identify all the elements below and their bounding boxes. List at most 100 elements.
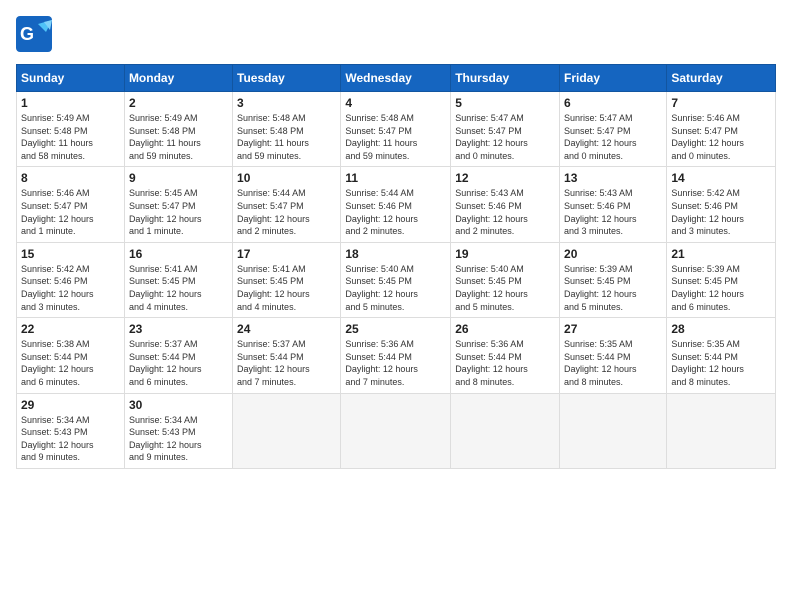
day-info: Sunrise: 5:36 AMSunset: 5:44 PMDaylight:… <box>345 338 446 388</box>
day-info: Sunrise: 5:39 AMSunset: 5:45 PMDaylight:… <box>671 263 771 313</box>
day-cell-15: 15 Sunrise: 5:42 AMSunset: 5:46 PMDayligh… <box>17 242 125 317</box>
day-number: 17 <box>237 247 336 261</box>
week-row-1: 1 Sunrise: 5:49 AMSunset: 5:48 PMDaylight… <box>17 92 776 167</box>
day-number: 4 <box>345 96 446 110</box>
day-number: 30 <box>129 398 228 412</box>
day-number: 29 <box>21 398 120 412</box>
empty-cell <box>451 393 560 468</box>
day-cell-17: 17 Sunrise: 5:41 AMSunset: 5:45 PMDayligh… <box>233 242 341 317</box>
empty-cell <box>233 393 341 468</box>
day-cell-12: 12 Sunrise: 5:43 AMSunset: 5:46 PMDayligh… <box>451 167 560 242</box>
day-cell-24: 24 Sunrise: 5:37 AMSunset: 5:44 PMDayligh… <box>233 318 341 393</box>
day-cell-22: 22 Sunrise: 5:38 AMSunset: 5:44 PMDayligh… <box>17 318 125 393</box>
day-info: Sunrise: 5:35 AMSunset: 5:44 PMDaylight:… <box>671 338 771 388</box>
svg-text:G: G <box>20 24 34 44</box>
day-cell-30: 30 Sunrise: 5:34 AMSunset: 5:43 PMDayligh… <box>124 393 232 468</box>
day-cell-5: 5 Sunrise: 5:47 AMSunset: 5:47 PMDaylight… <box>451 92 560 167</box>
day-cell-13: 13 Sunrise: 5:43 AMSunset: 5:46 PMDayligh… <box>560 167 667 242</box>
logo-icon: G <box>16 16 52 52</box>
day-number: 5 <box>455 96 555 110</box>
day-cell-29: 29 Sunrise: 5:34 AMSunset: 5:43 PMDayligh… <box>17 393 125 468</box>
day-number: 10 <box>237 171 336 185</box>
day-number: 3 <box>237 96 336 110</box>
day-info: Sunrise: 5:43 AMSunset: 5:46 PMDaylight:… <box>564 187 662 237</box>
day-number: 14 <box>671 171 771 185</box>
empty-cell <box>341 393 451 468</box>
day-cell-4: 4 Sunrise: 5:48 AMSunset: 5:47 PMDaylight… <box>341 92 451 167</box>
header-friday: Friday <box>560 65 667 92</box>
day-info: Sunrise: 5:42 AMSunset: 5:46 PMDaylight:… <box>671 187 771 237</box>
day-info: Sunrise: 5:48 AMSunset: 5:48 PMDaylight:… <box>237 112 336 162</box>
header-monday: Monday <box>124 65 232 92</box>
day-info: Sunrise: 5:41 AMSunset: 5:45 PMDaylight:… <box>237 263 336 313</box>
week-row-5: 29 Sunrise: 5:34 AMSunset: 5:43 PMDayligh… <box>17 393 776 468</box>
header-tuesday: Tuesday <box>233 65 341 92</box>
day-number: 2 <box>129 96 228 110</box>
day-cell-14: 14 Sunrise: 5:42 AMSunset: 5:46 PMDayligh… <box>667 167 776 242</box>
day-cell-19: 19 Sunrise: 5:40 AMSunset: 5:45 PMDayligh… <box>451 242 560 317</box>
page-header: G <box>16 16 776 52</box>
day-number: 28 <box>671 322 771 336</box>
day-info: Sunrise: 5:41 AMSunset: 5:45 PMDaylight:… <box>129 263 228 313</box>
header-row: SundayMondayTuesdayWednesdayThursdayFrid… <box>17 65 776 92</box>
day-info: Sunrise: 5:42 AMSunset: 5:46 PMDaylight:… <box>21 263 120 313</box>
day-info: Sunrise: 5:37 AMSunset: 5:44 PMDaylight:… <box>129 338 228 388</box>
day-cell-9: 9 Sunrise: 5:45 AMSunset: 5:47 PMDaylight… <box>124 167 232 242</box>
day-info: Sunrise: 5:45 AMSunset: 5:47 PMDaylight:… <box>129 187 228 237</box>
header-sunday: Sunday <box>17 65 125 92</box>
day-cell-28: 28 Sunrise: 5:35 AMSunset: 5:44 PMDayligh… <box>667 318 776 393</box>
day-number: 6 <box>564 96 662 110</box>
day-number: 27 <box>564 322 662 336</box>
day-info: Sunrise: 5:44 AMSunset: 5:46 PMDaylight:… <box>345 187 446 237</box>
day-info: Sunrise: 5:39 AMSunset: 5:45 PMDaylight:… <box>564 263 662 313</box>
day-number: 9 <box>129 171 228 185</box>
day-cell-7: 7 Sunrise: 5:46 AMSunset: 5:47 PMDaylight… <box>667 92 776 167</box>
week-row-3: 15 Sunrise: 5:42 AMSunset: 5:46 PMDayligh… <box>17 242 776 317</box>
day-cell-18: 18Sunrise: 5:40 AMSunset: 5:45 PMDayligh… <box>341 242 451 317</box>
day-number: 26 <box>455 322 555 336</box>
day-number: 24 <box>237 322 336 336</box>
day-number: 15 <box>21 247 120 261</box>
day-number: 23 <box>129 322 228 336</box>
day-cell-2: 2 Sunrise: 5:49 AMSunset: 5:48 PMDaylight… <box>124 92 232 167</box>
day-info: Sunrise: 5:47 AMSunset: 5:47 PMDaylight:… <box>455 112 555 162</box>
day-number: 22 <box>21 322 120 336</box>
day-number: 11 <box>345 171 446 185</box>
day-info: Sunrise: 5:40 AMSunset: 5:45 PMDaylight:… <box>455 263 555 313</box>
header-saturday: Saturday <box>667 65 776 92</box>
week-row-2: 8 Sunrise: 5:46 AMSunset: 5:47 PMDaylight… <box>17 167 776 242</box>
empty-cell <box>667 393 776 468</box>
day-info: Sunrise: 5:46 AMSunset: 5:47 PMDaylight:… <box>671 112 771 162</box>
day-cell-11: 11 Sunrise: 5:44 AMSunset: 5:46 PMDayligh… <box>341 167 451 242</box>
header-wednesday: Wednesday <box>341 65 451 92</box>
day-info: Sunrise: 5:35 AMSunset: 5:44 PMDaylight:… <box>564 338 662 388</box>
day-info: Sunrise: 5:49 AMSunset: 5:48 PMDaylight:… <box>129 112 228 162</box>
day-number: 19 <box>455 247 555 261</box>
day-cell-25: 25 Sunrise: 5:36 AMSunset: 5:44 PMDayligh… <box>341 318 451 393</box>
day-info: Sunrise: 5:43 AMSunset: 5:46 PMDaylight:… <box>455 187 555 237</box>
day-info: Sunrise: 5:44 AMSunset: 5:47 PMDaylight:… <box>237 187 336 237</box>
day-info: Sunrise: 5:34 AMSunset: 5:43 PMDaylight:… <box>21 414 120 464</box>
day-info: Sunrise: 5:37 AMSunset: 5:44 PMDaylight:… <box>237 338 336 388</box>
day-number: 1 <box>21 96 120 110</box>
logo: G <box>16 16 56 52</box>
day-number: 13 <box>564 171 662 185</box>
day-info: Sunrise: 5:34 AMSunset: 5:43 PMDaylight:… <box>129 414 228 464</box>
day-info: Sunrise: 5:46 AMSunset: 5:47 PMDaylight:… <box>21 187 120 237</box>
week-row-4: 22 Sunrise: 5:38 AMSunset: 5:44 PMDayligh… <box>17 318 776 393</box>
day-number: 16 <box>129 247 228 261</box>
day-cell-23: 23 Sunrise: 5:37 AMSunset: 5:44 PMDayligh… <box>124 318 232 393</box>
day-cell-10: 10 Sunrise: 5:44 AMSunset: 5:47 PMDayligh… <box>233 167 341 242</box>
day-number: 7 <box>671 96 771 110</box>
day-cell-3: 3 Sunrise: 5:48 AMSunset: 5:48 PMDaylight… <box>233 92 341 167</box>
day-cell-21: 21 Sunrise: 5:39 AMSunset: 5:45 PMDayligh… <box>667 242 776 317</box>
day-cell-20: 20Sunrise: 5:39 AMSunset: 5:45 PMDayligh… <box>560 242 667 317</box>
day-number: 25 <box>345 322 446 336</box>
day-info: Sunrise: 5:47 AMSunset: 5:47 PMDaylight:… <box>564 112 662 162</box>
day-number: 12 <box>455 171 555 185</box>
calendar-table: SundayMondayTuesdayWednesdayThursdayFrid… <box>16 64 776 469</box>
day-info: Sunrise: 5:38 AMSunset: 5:44 PMDaylight:… <box>21 338 120 388</box>
day-number: 21 <box>671 247 771 261</box>
day-number: 8 <box>21 171 120 185</box>
day-info: Sunrise: 5:48 AMSunset: 5:47 PMDaylight:… <box>345 112 446 162</box>
